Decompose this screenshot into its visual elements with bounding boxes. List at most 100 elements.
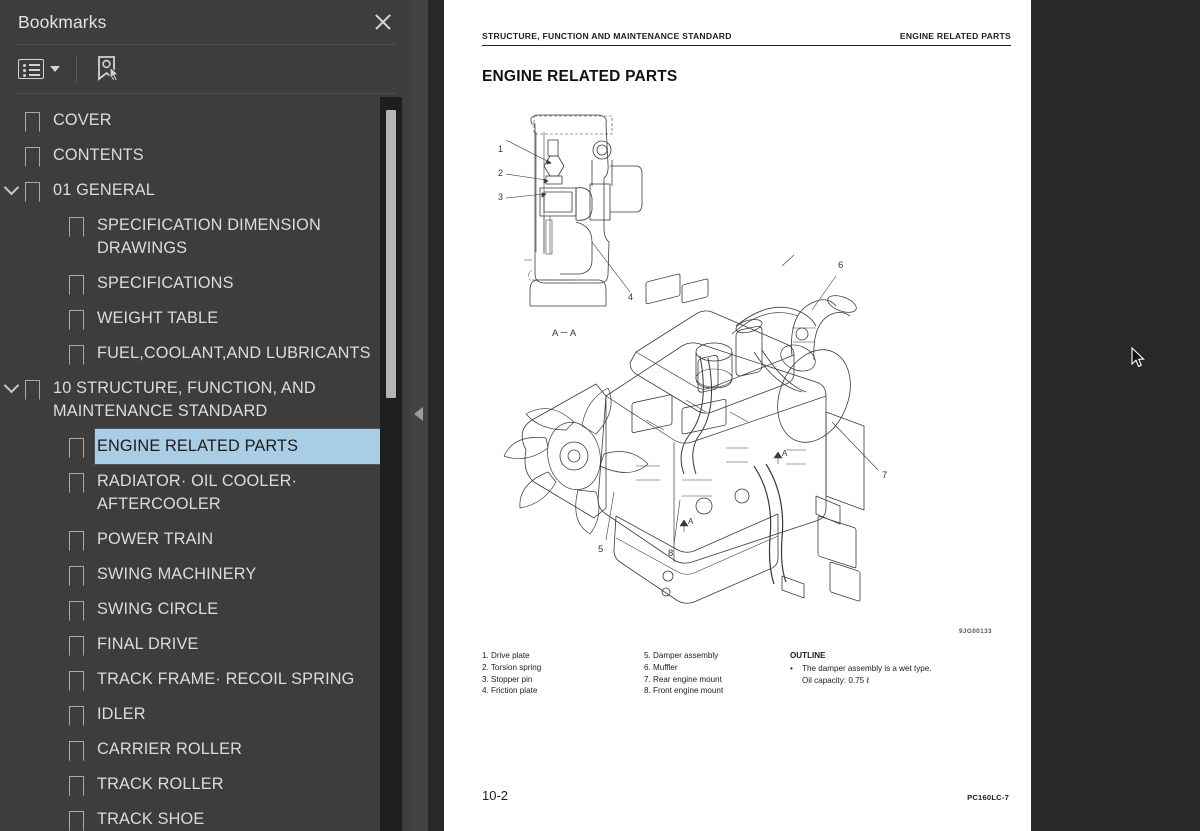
bookmark-item-label: FINAL DRIVE xyxy=(97,635,199,653)
bookmark-item-specification-dimension-drawings[interactable]: SPECIFICATION DIMENSION DRAWINGS xyxy=(0,208,410,266)
bookmarks-panel-header: Bookmarks xyxy=(0,0,410,44)
twisty-spacer xyxy=(22,522,44,534)
engine-figure: 1 2 3 4 A－A A A 6 7 5 8 9JG00133 xyxy=(464,100,1014,645)
bookmark-item-cover[interactable]: COVER xyxy=(0,103,410,138)
document-view[interactable]: STRUCTURE, FUNCTION AND MAINTENANCE STAN… xyxy=(428,0,1200,831)
bookmark-item-label: ENGINE RELATED PARTS xyxy=(94,428,389,465)
bookmark-icon xyxy=(66,774,86,797)
svg-text:1: 1 xyxy=(498,144,503,154)
model-label: PC160LC-7 xyxy=(967,793,1009,802)
header-right-text: ENGINE RELATED PARTS xyxy=(899,31,1011,41)
bookmark-item-label: COVER xyxy=(53,111,112,129)
bookmark-icon xyxy=(66,215,86,238)
bookmark-icon xyxy=(22,145,42,168)
bookmark-item-label: FUEL,COOLANT,AND LUBRICANTS xyxy=(97,344,371,362)
twisty-spacer xyxy=(22,429,44,441)
bookmark-item-label: RADIATOR· OIL COOLER· AFTERCOOLER xyxy=(97,472,298,513)
toolbar-divider xyxy=(14,93,396,94)
twisty-spacer xyxy=(22,767,44,779)
figure-legend: 1. Drive plate 2. Torsion spring 3. Stop… xyxy=(482,650,1012,697)
bookmark-item-contents[interactable]: CONTENTS xyxy=(0,138,410,173)
bookmark-item-label: SWING MACHINERY xyxy=(97,565,257,583)
bookmark-icon xyxy=(66,436,86,459)
twisty-spacer xyxy=(22,732,44,744)
bookmark-item-label: 01 GENERAL xyxy=(53,181,155,199)
mouse-cursor-icon xyxy=(1131,347,1145,368)
bookmark-item-track-frame-recoil-spring[interactable]: TRACK FRAME· RECOIL SPRING xyxy=(0,662,410,697)
header-left-text: STRUCTURE, FUNCTION AND MAINTENANCE STAN… xyxy=(482,31,732,41)
bookmark-item-label: SPECIFICATION DIMENSION DRAWINGS xyxy=(97,216,321,257)
bookmark-icon xyxy=(66,599,86,622)
bookmark-item-engine-related-parts[interactable]: ENGINE RELATED PARTS xyxy=(0,428,410,465)
bookmark-item-idler[interactable]: IDLER xyxy=(0,697,410,732)
twisty-spacer xyxy=(22,627,44,639)
bookmark-item-label: IDLER xyxy=(97,705,146,723)
new-bookmark-button[interactable] xyxy=(93,54,123,84)
legend-item: 1. Drive plate xyxy=(482,651,530,660)
svg-text:A: A xyxy=(688,517,694,526)
close-icon[interactable] xyxy=(370,9,396,35)
pdf-viewer-window: Bookmarks COVER CONTENTS 01 GENERAL SPEC… xyxy=(0,0,1200,831)
bookmark-icon xyxy=(66,471,86,494)
bookmark-item-swing-machinery[interactable]: SWING MACHINERY xyxy=(0,557,410,592)
new-bookmark-icon xyxy=(93,54,123,84)
chevron-down-icon[interactable] xyxy=(0,371,22,391)
bookmark-item-label: SWING CIRCLE xyxy=(97,600,219,618)
bookmarks-scrollbar[interactable] xyxy=(380,97,402,831)
bookmarks-panel: Bookmarks COVER CONTENTS 01 GENERAL SPEC… xyxy=(0,0,410,831)
bookmark-icon xyxy=(66,529,86,552)
bookmark-item-track-shoe[interactable]: TRACK SHOE xyxy=(0,802,410,831)
svg-text:A: A xyxy=(782,449,788,458)
outline-bullet-text: The damper assembly is a wet type. xyxy=(802,663,932,673)
bookmark-item-01-general[interactable]: 01 GENERAL xyxy=(0,173,410,208)
bookmark-icon xyxy=(66,704,86,727)
twisty-spacer xyxy=(22,464,44,476)
bookmark-item-label: CARRIER ROLLER xyxy=(97,740,243,758)
bookmarks-list: COVER CONTENTS 01 GENERAL SPECIFICATION DIM… xyxy=(0,97,410,831)
legend-item: 7. Rear engine mount xyxy=(644,674,722,684)
page-running-header: STRUCTURE, FUNCTION AND MAINTENANCE STAN… xyxy=(482,31,1011,46)
twisty-spacer xyxy=(22,208,44,220)
panel-divider[interactable] xyxy=(410,0,428,831)
bookmark-options-button[interactable] xyxy=(18,59,60,79)
twisty-spacer xyxy=(22,697,44,709)
bookmark-item-specifications[interactable]: SPECIFICATIONS xyxy=(0,266,410,301)
bookmark-item-10-structure-function-and[interactable]: 10 STRUCTURE, FUNCTION, AND MAINTENANCE … xyxy=(0,371,410,429)
collapse-panel-triangle-icon[interactable] xyxy=(414,407,423,421)
bookmark-item-radiator-oil-cooler-aftercooler[interactable]: RADIATOR· OIL COOLER· AFTERCOOLER xyxy=(0,464,410,522)
scrollbar-thumb[interactable] xyxy=(386,110,396,398)
bookmark-item-fuel-coolant-and-lubricants[interactable]: FUEL,COOLANT,AND LUBRICANTS xyxy=(0,336,410,371)
bookmark-item-track-roller[interactable]: TRACK ROLLER xyxy=(0,767,410,802)
twisty-spacer xyxy=(22,301,44,313)
list-options-icon xyxy=(18,59,44,79)
chevron-down-icon xyxy=(50,66,60,72)
legend-item: 3. Stopper pin xyxy=(482,674,533,684)
twisty-spacer xyxy=(22,336,44,348)
bookmark-icon xyxy=(22,110,42,133)
svg-text:A－A: A－A xyxy=(552,328,577,339)
chevron-down-icon[interactable] xyxy=(0,173,22,193)
bookmark-item-final-drive[interactable]: FINAL DRIVE xyxy=(0,627,410,662)
bookmark-icon xyxy=(66,739,86,762)
bookmark-item-label: CONTENTS xyxy=(53,146,144,164)
bookmark-item-carrier-roller[interactable]: CARRIER ROLLER xyxy=(0,732,410,767)
bookmark-item-label: POWER TRAIN xyxy=(97,530,214,548)
twisty-spacer xyxy=(0,138,22,150)
outline-bullet-row: • The damper assembly is a wet type. xyxy=(790,663,1010,675)
bookmark-item-swing-circle[interactable]: SWING CIRCLE xyxy=(0,592,410,627)
legend-item: 4. Friction plate xyxy=(482,686,538,696)
bookmark-item-label: TRACK ROLLER xyxy=(97,775,224,793)
outline-sub-text: Oil capacity: 0.75 ℓ xyxy=(802,675,869,685)
bookmark-icon xyxy=(66,564,86,587)
legend-column-1: 1. Drive plate 2. Torsion spring 3. Stop… xyxy=(482,650,644,697)
twisty-spacer xyxy=(22,802,44,814)
outline-section: OUTLINE • The damper assembly is a wet t… xyxy=(790,650,1010,697)
legend-column-2: 5. Damper assembly 6. Muffler 7. Rear en… xyxy=(644,650,790,697)
bookmark-item-power-train[interactable]: POWER TRAIN xyxy=(0,522,410,557)
twisty-spacer xyxy=(0,103,22,115)
toolbar-separator xyxy=(76,56,77,82)
bookmarks-list-container: COVER CONTENTS 01 GENERAL SPECIFICATION DIM… xyxy=(0,97,410,831)
bookmark-item-label: SPECIFICATIONS xyxy=(97,274,234,292)
bookmark-item-weight-table[interactable]: WEIGHT TABLE xyxy=(0,301,410,336)
bookmark-icon xyxy=(22,378,42,401)
